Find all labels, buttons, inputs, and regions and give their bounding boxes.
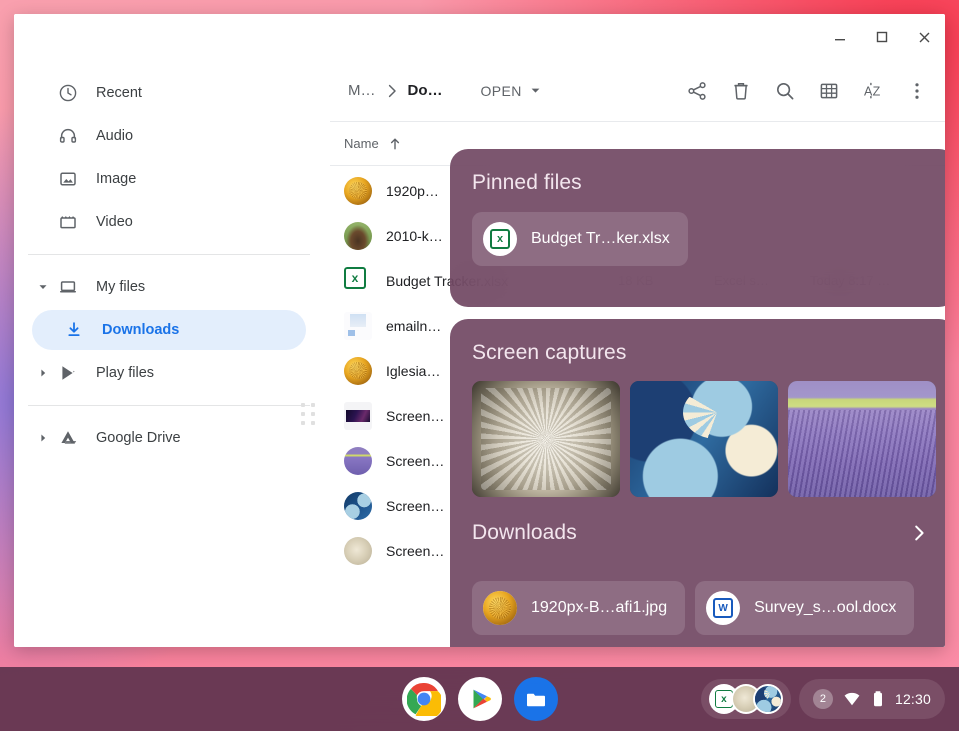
sidebar-item-label: Audio — [82, 128, 133, 144]
image-thumb-bluefan-icon — [344, 492, 372, 520]
image-icon — [54, 169, 82, 189]
more-vertical-icon[interactable] — [895, 69, 939, 113]
screen-captures-title: Screen captures — [450, 319, 945, 365]
download-chip-doc[interactable]: W Survey_s…ool.docx — [695, 581, 914, 635]
view-grid-icon[interactable] — [807, 69, 851, 113]
sidebar-item-label: My files — [82, 279, 145, 295]
sidebar-item-image[interactable]: Image — [32, 159, 306, 199]
holding-space-panel: Screen captures Downloads 1920px-B…afi1.… — [450, 319, 945, 647]
minimize-icon[interactable] — [819, 20, 861, 54]
sidebar-item-label: Downloads — [88, 322, 179, 338]
maximize-icon[interactable] — [861, 20, 903, 54]
wifi-icon — [843, 690, 861, 708]
files-app-icon[interactable] — [514, 677, 558, 721]
download-icon — [60, 320, 88, 340]
google-drive-icon — [54, 428, 82, 448]
system-shelf: x 2 12:30 — [0, 667, 959, 731]
clock-label: 12:30 — [895, 691, 931, 707]
shelf-status-area: x 2 12:30 — [701, 667, 945, 731]
open-button[interactable]: OPEN — [473, 76, 549, 106]
breadcrumb-item-my-files[interactable]: M… — [344, 76, 380, 105]
search-icon[interactable] — [763, 69, 807, 113]
column-header-name-label: Name — [344, 136, 379, 151]
chevron-down-icon[interactable] — [32, 282, 54, 292]
close-icon[interactable] — [903, 20, 945, 54]
image-thumb-coin-icon — [344, 177, 372, 205]
breadcrumb-item-downloads[interactable]: Do… — [404, 76, 447, 105]
chevron-right-icon[interactable] — [903, 519, 935, 547]
sidebar-item-recent[interactable]: Recent — [32, 73, 306, 113]
headphones-icon — [54, 126, 82, 146]
pinned-files-title: Pinned files — [450, 149, 945, 195]
sidebar-item-downloads[interactable]: Downloads — [32, 310, 306, 350]
image-thumb-sand-icon — [344, 537, 372, 565]
system-status-tray[interactable]: 2 12:30 — [799, 679, 945, 719]
sidebar-item-audio[interactable]: Audio — [32, 116, 306, 156]
chevron-down-icon[interactable] — [530, 85, 541, 96]
holding-space-tray-button[interactable]: x — [701, 679, 791, 719]
sidebar-resize-handle[interactable] — [301, 403, 315, 425]
screenshot-bluefan-thumbnail[interactable] — [630, 381, 778, 497]
play-store-app-icon[interactable] — [458, 677, 502, 721]
chrome-app-icon[interactable] — [402, 677, 446, 721]
shelf-app-list — [402, 667, 558, 731]
sidebar-item-label: Video — [82, 214, 133, 230]
share-icon[interactable] — [675, 69, 719, 113]
pinned-file-label: Budget Tr…ker.xlsx — [517, 230, 670, 248]
delete-icon[interactable] — [719, 69, 763, 113]
notification-count-badge: 2 — [813, 689, 833, 709]
files-toolbar: M… Do… OPEN — [330, 60, 945, 122]
download-file-label: Survey_s…ool.docx — [740, 599, 896, 617]
sidebar-item-label: Google Drive — [82, 430, 181, 446]
chevron-right-icon[interactable] — [32, 433, 54, 443]
laptop-icon — [54, 277, 82, 297]
screenshot-lavender-thumbnail[interactable] — [788, 381, 936, 497]
holding-space-pinned-panel: Pinned files x Budget Tr…ker.xlsx — [450, 149, 945, 307]
open-button-label: OPEN — [481, 83, 522, 99]
play-store-icon — [54, 363, 82, 383]
clock-icon — [54, 83, 82, 103]
image-thumb-bison-icon — [344, 222, 372, 250]
sidebar-item-play-files[interactable]: Play files — [32, 353, 306, 393]
battery-icon — [871, 690, 885, 708]
files-app-window: Recent Audio Image Video — [14, 14, 945, 647]
word-icon: W — [706, 591, 740, 625]
tray-bluefan-thumbnail — [753, 684, 783, 714]
downloads-section-header: Downloads — [450, 497, 945, 547]
chevron-right-icon[interactable] — [32, 368, 54, 378]
image-thumb-lavender-icon — [344, 447, 372, 475]
sidebar-divider — [28, 405, 310, 406]
window-titlebar — [14, 14, 945, 60]
download-file-label: 1920px-B…afi1.jpg — [517, 599, 667, 617]
sidebar-item-google-drive[interactable]: Google Drive — [32, 418, 306, 458]
excel-icon: x — [483, 222, 517, 256]
breadcrumb-separator-icon — [384, 83, 400, 99]
sort-az-icon[interactable]: AZ — [851, 69, 895, 113]
sidebar-divider — [28, 254, 310, 255]
image-thumb-darkscreen-icon — [344, 402, 372, 430]
downloads-title: Downloads — [472, 521, 577, 545]
sidebar-item-label: Image — [82, 171, 136, 187]
image-thumb-iglesia-icon — [344, 357, 372, 385]
sidebar-item-my-files[interactable]: My files — [32, 267, 306, 307]
screen-captures-list — [450, 365, 945, 497]
screenshot-flower-thumbnail[interactable] — [472, 381, 620, 497]
image-thumb-email-icon — [344, 312, 372, 340]
sidebar-item-video[interactable]: Video — [32, 202, 306, 242]
navigation-sidebar: Recent Audio Image Video — [14, 60, 330, 647]
sidebar-item-label: Play files — [82, 365, 154, 381]
pinned-file-chip[interactable]: x Budget Tr…ker.xlsx — [472, 212, 688, 266]
image-thumb-coin-icon — [483, 591, 517, 625]
svg-text:Z: Z — [873, 84, 881, 98]
downloads-list: 1920px-B…afi1.jpg W Survey_s…ool.docx — [450, 564, 945, 635]
sidebar-item-label: Recent — [82, 85, 142, 101]
sort-ascending-icon — [388, 137, 402, 151]
download-chip-image[interactable]: 1920px-B…afi1.jpg — [472, 581, 685, 635]
excel-icon: x — [344, 267, 372, 295]
video-icon — [54, 212, 82, 232]
